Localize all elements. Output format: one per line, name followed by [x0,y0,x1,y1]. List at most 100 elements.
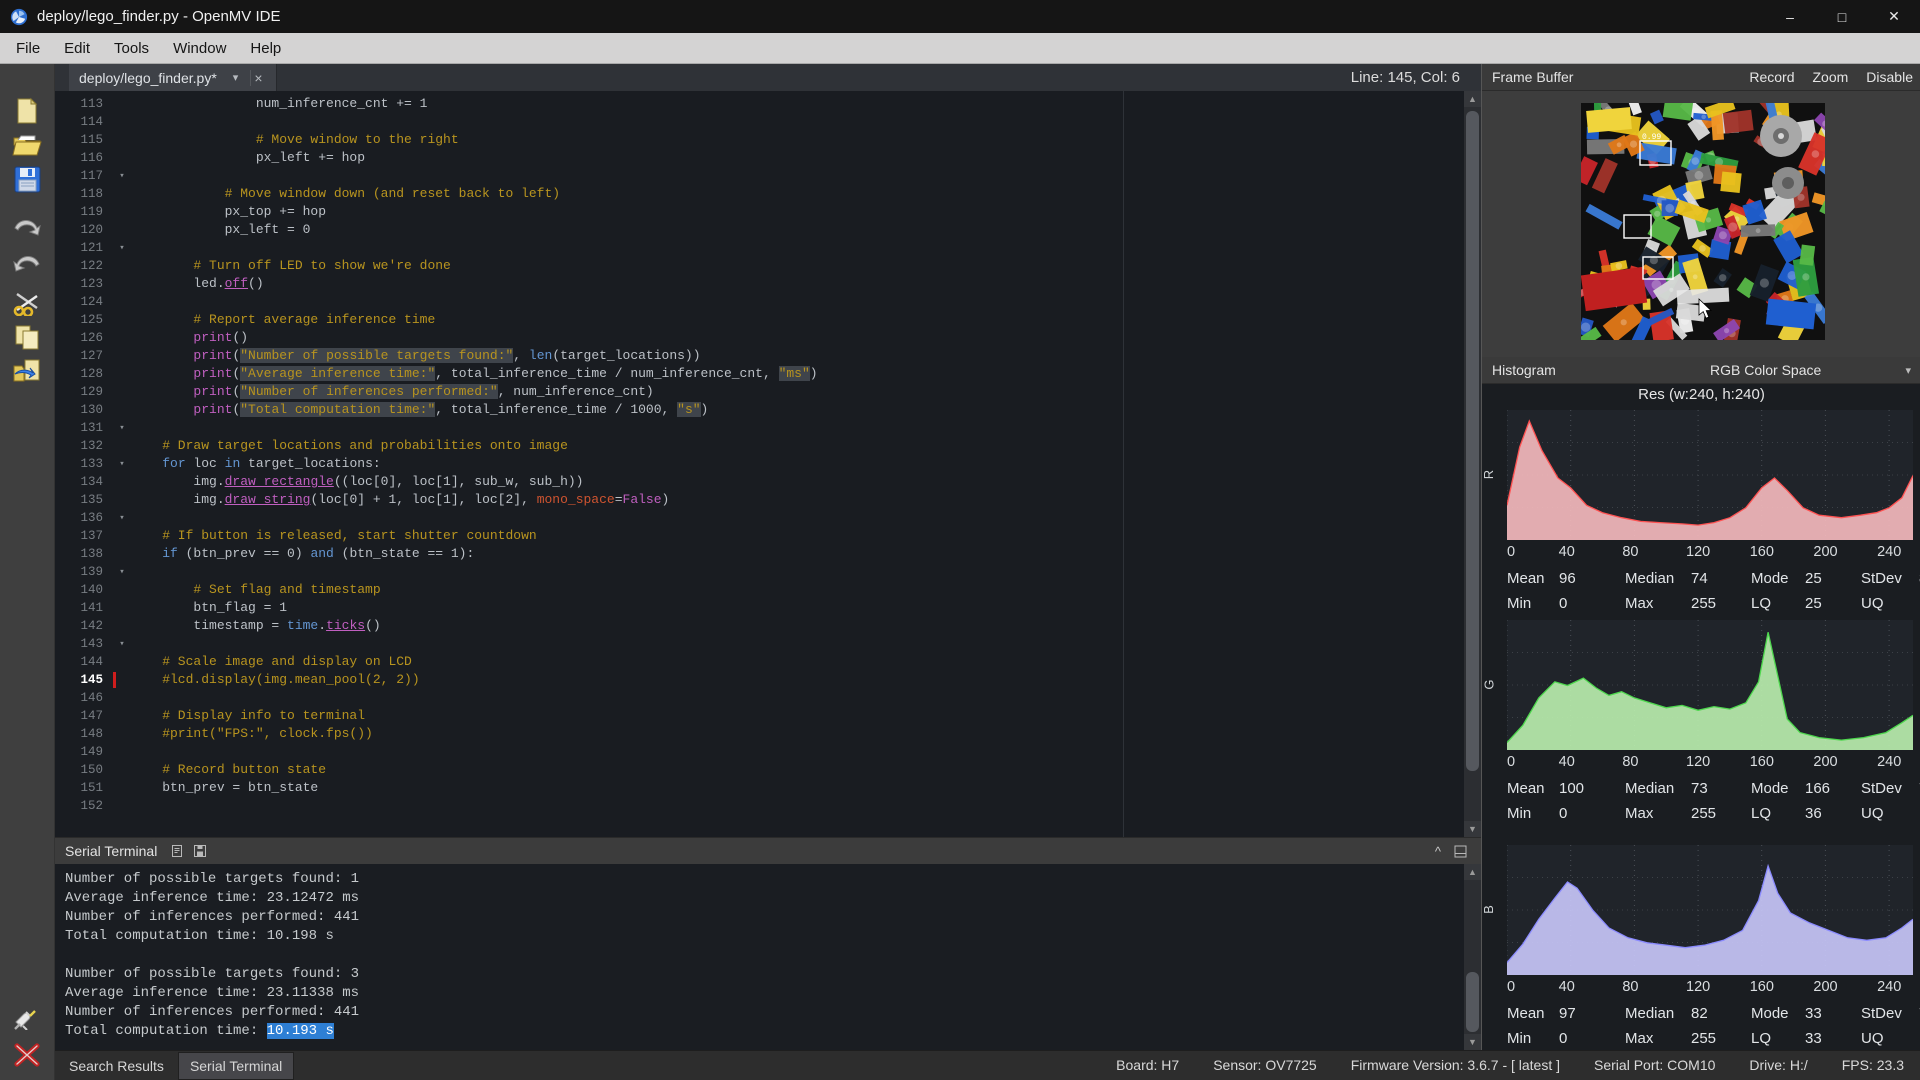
menu-help[interactable]: Help [238,35,293,62]
code-line-136[interactable]: 136 ▾ [55,509,1460,527]
open-file-icon[interactable] [11,130,43,160]
close-button[interactable]: ✕ [1868,0,1920,33]
new-file-icon[interactable] [11,96,43,126]
copy-icon[interactable] [11,322,43,352]
app-logo-icon [10,8,28,25]
stat-label: Mode [1751,570,1789,587]
undo-icon[interactable] [11,216,43,246]
code-line-142[interactable]: 142 timestamp = time.ticks() [55,617,1460,635]
code-line-127[interactable]: 127 print("Number of possible targets fo… [55,347,1460,365]
fold-marker-icon[interactable]: ▾ [113,419,131,437]
save-log-icon[interactable] [193,844,207,858]
code-line-147[interactable]: 147 # Display info to terminal [55,707,1460,725]
code-line-129[interactable]: 129 print("Number of inferences performe… [55,383,1460,401]
code-line-113[interactable]: 113 num_inference_cnt += 1 [55,95,1460,113]
code-line-121[interactable]: 121 ▾ [55,239,1460,257]
terminal-scrollbar-thumb[interactable] [1466,972,1479,1032]
histogram-plot-B [1507,845,1913,975]
code-line-148[interactable]: 148 #print("FPS:", clock.fps()) [55,725,1460,743]
code-line-126[interactable]: 126 print() [55,329,1460,347]
code-line-144[interactable]: 144 # Scale image and display on LCD [55,653,1460,671]
code-line-149[interactable]: 149 [55,743,1460,761]
code-text: # If button is released, start shutter c… [131,528,537,543]
code-line-151[interactable]: 151 btn_prev = btn_state [55,779,1460,797]
fold-marker-icon[interactable]: ▾ [113,509,131,527]
fold-column [113,689,131,707]
redo-icon[interactable] [11,252,43,282]
code-line-130[interactable]: 130 print("Total computation time:", tot… [55,401,1460,419]
color-space-caret-icon[interactable]: ▾ [1905,364,1911,377]
fold-marker-icon[interactable]: ▾ [113,635,131,653]
code-line-134[interactable]: 134 img.draw_rectangle((loc[0], loc[1], … [55,473,1460,491]
footer-tab-serial-terminal[interactable]: Serial Terminal [177,1051,295,1080]
histogram-stats-R-row1: Mean96Median74Mode25StDev80 [1507,570,1920,587]
save-file-icon[interactable] [11,164,43,194]
code-line-131[interactable]: 131 ▾ [55,419,1460,437]
fold-marker-icon[interactable]: ▾ [113,455,131,473]
connect-icon[interactable] [11,1004,43,1034]
cut-icon[interactable] [11,288,43,318]
maximize-button[interactable]: □ [1816,0,1868,33]
code-line-125[interactable]: 125 # Report average inference time [55,311,1460,329]
code-line-135[interactable]: 135 img.draw_string(loc[0] + 1, loc[1], … [55,491,1460,509]
terminal-scroll-up-icon[interactable]: ▲ [1464,864,1481,880]
tab-close-icon[interactable]: × [250,69,265,86]
code-line-122[interactable]: 122 # Turn off LED to show we're done [55,257,1460,275]
code-line-118[interactable]: 118 # Move window down (and reset back t… [55,185,1460,203]
frame-buffer-image[interactable]: 0.99 [1581,103,1825,340]
code-line-140[interactable]: 140 # Set flag and timestamp [55,581,1460,599]
menu-edit[interactable]: Edit [52,35,102,62]
code-line-152[interactable]: 152 [55,797,1460,815]
line-number: 136 [80,511,103,525]
code-line-133[interactable]: 133 ▾ for loc in target_locations: [55,455,1460,473]
code-line-123[interactable]: 123 led.off() [55,275,1460,293]
code-line-132[interactable]: 132 # Draw target locations and probabil… [55,437,1460,455]
color-space-select[interactable]: RGB Color Space [1710,362,1821,378]
record-button[interactable]: Record [1749,69,1794,85]
log-text-icon[interactable] [171,844,185,858]
code-line-115[interactable]: 115 # Move window to the right [55,131,1460,149]
disable-button[interactable]: Disable [1866,69,1913,85]
code-line-114[interactable]: 114 [55,113,1460,131]
code-line-146[interactable]: 146 [55,689,1460,707]
scroll-down-icon[interactable]: ▼ [1464,821,1481,837]
fold-marker-icon[interactable]: ▾ [113,167,131,185]
scroll-up-icon[interactable]: ▲ [1464,91,1481,107]
code-line-120[interactable]: 120 px_left = 0 [55,221,1460,239]
menu-file[interactable]: File [4,35,52,62]
code-line-116[interactable]: 116 px_left += hop [55,149,1460,167]
editor-scrollbar-thumb[interactable] [1466,111,1479,771]
tab-dropdown-icon[interactable]: ▾ [233,71,239,84]
code-line-143[interactable]: 143 ▾ [55,635,1460,653]
minimize-button[interactable]: – [1764,0,1816,33]
fold-column [113,527,131,545]
terminal-scrollbar[interactable]: ▲ ▼ [1464,864,1481,1050]
terminal-scroll-down-icon[interactable]: ▼ [1464,1034,1481,1050]
editor-scrollbar[interactable]: ▲ ▼ [1464,91,1481,837]
code-line-139[interactable]: 139 ▾ [55,563,1460,581]
tab-lego-finder[interactable]: deploy/lego_finder.py* ▾ × [69,64,277,91]
zoom-button[interactable]: Zoom [1813,69,1849,85]
code-line-145[interactable]: 145 #lcd.display(img.mean_pool(2, 2)) [55,671,1460,689]
tick-label: 40 [1558,754,1575,770]
collapse-panel-icon[interactable]: ^ [1435,844,1441,859]
code-line-119[interactable]: 119 px_top += hop [55,203,1460,221]
code-line-141[interactable]: 141 btn_flag = 1 [55,599,1460,617]
menu-window[interactable]: Window [161,35,238,62]
tick-label: 80 [1622,544,1639,560]
code-line-124[interactable]: 124 [55,293,1460,311]
fold-marker-icon[interactable]: ▾ [113,239,131,257]
panel-layout-icon[interactable] [1454,845,1467,858]
code-editor[interactable]: 113 num_inference_cnt += 1 114 115 # Move … [55,91,1481,837]
code-line-128[interactable]: 128 print("Average inference time:", tot… [55,365,1460,383]
code-line-137[interactable]: 137 # If button is released, start shutt… [55,527,1460,545]
code-line-117[interactable]: 117 ▾ [55,167,1460,185]
paste-icon[interactable] [11,356,43,386]
code-line-138[interactable]: 138 if (btn_prev == 0) and (btn_state ==… [55,545,1460,563]
menu-tools[interactable]: Tools [102,35,161,62]
disconnect-icon[interactable] [11,1040,43,1070]
serial-terminal-output[interactable]: Number of possible targets found: 1 Avera… [55,864,1481,1050]
footer-tab-search-results[interactable]: Search Results [58,1053,175,1079]
code-line-150[interactable]: 150 # Record button state [55,761,1460,779]
fold-marker-icon[interactable]: ▾ [113,563,131,581]
